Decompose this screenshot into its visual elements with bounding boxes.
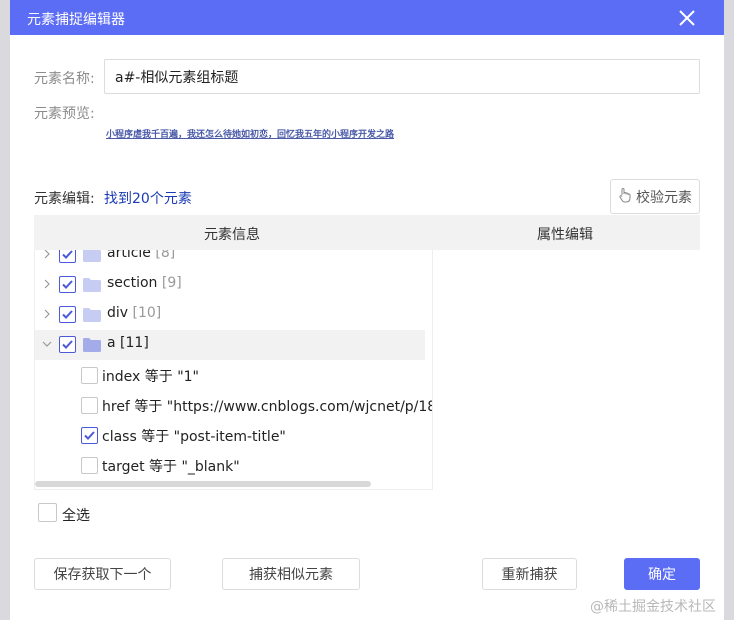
folder-open-icon — [83, 338, 101, 352]
folder-icon — [83, 250, 101, 262]
backdrop-right — [724, 0, 734, 620]
chevron-right-icon[interactable] — [41, 278, 53, 290]
recapture-button[interactable]: 重新捕获 — [482, 558, 577, 590]
tree-node-label: article [8] — [107, 250, 176, 261]
capture-similar-button[interactable]: 捕获相似元素 — [222, 558, 360, 590]
attribute-row-class[interactable]: class 等于 "post-item-title" — [35, 420, 425, 450]
tree-node-a[interactable]: a [11] — [35, 330, 425, 360]
tree-node-section[interactable]: section [9] — [35, 270, 425, 300]
watermark: @稀土掘金技术社区 — [590, 599, 716, 615]
found-count-text: 找到20个元素 — [104, 191, 192, 207]
tree-node-label: section [9] — [107, 275, 182, 291]
attribute-checkbox[interactable] — [81, 367, 98, 384]
element-capture-dialog: 元素捕捉编辑器 元素名称: 元素预览: 小程序虐我千百遍，我还怎么待她如初恋，回… — [10, 0, 724, 620]
element-preview-text: 小程序虐我千百遍，我还怎么待她如初恋，回忆我五年的小程序开发之路 — [106, 130, 395, 140]
tree-node-article[interactable]: article [8] — [35, 250, 425, 270]
element-name-label: 元素名称: — [34, 71, 95, 87]
attribute-checkbox[interactable] — [81, 397, 98, 414]
attribute-row-href[interactable]: href 等于 "https://www.cnblogs.com/wjcnet/… — [35, 390, 432, 420]
dialog-title: 元素捕捉编辑器 — [27, 12, 125, 28]
attribute-label: href 等于 "https://www.cnblogs.com/wjcnet/… — [102, 399, 433, 415]
backdrop-left — [0, 0, 10, 620]
select-all-label: 全选 — [62, 508, 90, 524]
tree-node-checkbox[interactable] — [59, 306, 76, 323]
tree-node-checkbox[interactable] — [59, 276, 76, 293]
column-header-attr: 属性编辑 — [537, 227, 593, 243]
element-tree-panel[interactable]: article [8] section [9] div [10] a [11] … — [34, 250, 433, 490]
attribute-label: target 等于 "_blank" — [102, 459, 240, 475]
confirm-button[interactable]: 确定 — [624, 558, 700, 590]
dialog-titlebar: 元素捕捉编辑器 — [10, 0, 724, 35]
attribute-row-index[interactable]: index 等于 "1" — [35, 360, 425, 390]
element-preview-label: 元素预览: — [34, 106, 95, 122]
tree-node-label: a [11] — [107, 335, 149, 351]
chevron-right-icon[interactable] — [41, 250, 53, 260]
horizontal-scrollbar[interactable] — [35, 481, 371, 487]
close-icon[interactable] — [674, 5, 700, 31]
attribute-checkbox[interactable] — [81, 427, 98, 444]
verify-element-button[interactable]: 校验元素 — [610, 179, 700, 214]
attribute-label: index 等于 "1" — [102, 369, 199, 385]
verify-element-label: 校验元素 — [636, 189, 692, 206]
folder-icon — [83, 278, 101, 292]
attribute-label: class 等于 "post-item-title" — [102, 429, 286, 445]
table-header: 元素信息 属性编辑 — [34, 215, 700, 250]
chevron-right-icon[interactable] — [41, 308, 53, 320]
tree-node-label: div [10] — [107, 305, 162, 321]
attribute-row-target[interactable]: target 等于 "_blank" — [35, 450, 425, 480]
folder-icon — [83, 308, 101, 322]
tree-node-checkbox[interactable] — [59, 250, 76, 263]
element-edit-label: 元素编辑: — [34, 191, 95, 207]
column-header-info: 元素信息 — [204, 227, 260, 243]
save-and-next-button[interactable]: 保存获取下一个 — [34, 558, 171, 590]
select-all-checkbox[interactable] — [38, 503, 57, 522]
attribute-checkbox[interactable] — [81, 457, 98, 474]
tree-node-div[interactable]: div [10] — [35, 300, 425, 330]
tree-node-checkbox[interactable] — [59, 336, 76, 353]
chevron-down-icon[interactable] — [41, 338, 53, 350]
hand-pointer-icon — [618, 187, 632, 207]
element-name-input[interactable] — [104, 59, 700, 94]
